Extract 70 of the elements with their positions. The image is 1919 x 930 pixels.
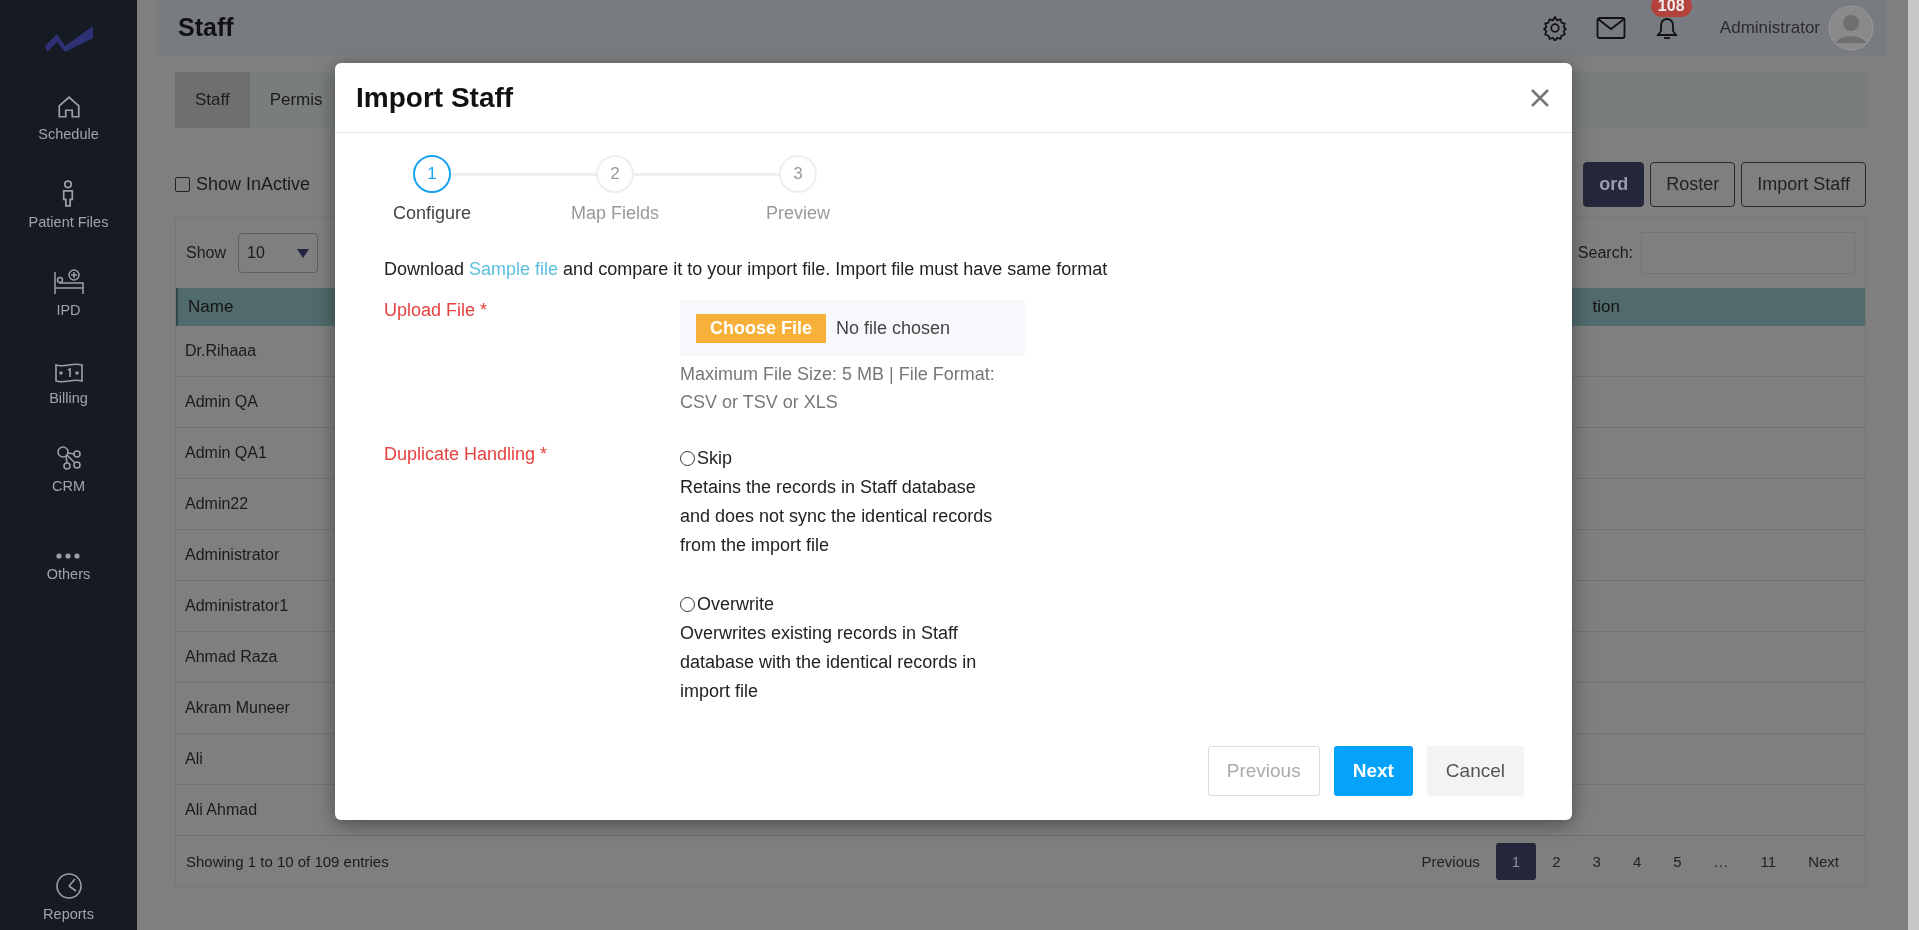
field-label: Duplicate Handling * — [384, 444, 549, 466]
scrollbar[interactable] — [1908, 0, 1919, 930]
show-label: Show — [186, 244, 227, 262]
search-label: Search: — [1577, 244, 1633, 262]
pagination-link[interactable]: Previous — [1405, 842, 1496, 880]
modal-button[interactable]: Cancel — [1426, 746, 1524, 796]
radio-label[interactable]: Skip — [697, 444, 732, 473]
table-cell: Admin QA — [185, 393, 258, 411]
checkbox-label[interactable]: Show InActive — [196, 174, 311, 195]
table-cell: Ahmad Raza — [185, 648, 278, 666]
sidebar-item[interactable]: Schedule — [38, 126, 99, 142]
sidebar-item[interactable]: Patient Files — [28, 214, 109, 230]
instruction-text: Download Sample file and compare it to your import file. Import file must have same format — [384, 259, 1109, 280]
option-description: Overwrites existing records in Staff database with the identical records in import file — [680, 622, 978, 703]
step-number: 2 — [596, 155, 634, 193]
sidebar-item[interactable]: CRM — [52, 478, 85, 494]
hospital-bed-icon[interactable] — [52, 268, 85, 296]
toolbar-button[interactable]: Roster — [1650, 162, 1736, 207]
pagination-link[interactable]: … — [1697, 842, 1745, 880]
step-label: Map Fields — [571, 203, 659, 224]
page-title: Staff — [178, 13, 235, 42]
sidebar-item[interactable]: Reports — [43, 906, 94, 922]
sample-file-link[interactable]: Sample file — [469, 259, 559, 279]
pagination-link[interactable]: 1 — [1495, 842, 1537, 880]
table-cell: Ali — [185, 750, 203, 768]
column-header[interactable]: Name — [188, 297, 234, 317]
file-status: No file chosen — [836, 317, 951, 339]
modal-button[interactable]: Next — [1333, 746, 1413, 796]
more-icon[interactable] — [55, 552, 82, 560]
table-cell: Admin22 — [185, 495, 249, 513]
field-label: Upload File * — [384, 300, 489, 322]
modal-title: Import Staff — [356, 81, 515, 114]
sidebar-item[interactable]: Billing — [49, 390, 88, 406]
page-size-select[interactable]: 10 — [238, 233, 319, 273]
step-number: 3 — [779, 155, 817, 193]
sidebar-item[interactable]: Others — [46, 566, 91, 582]
table-cell: Akram Muneer — [185, 699, 290, 717]
sidebar-item[interactable]: IPD — [56, 302, 81, 318]
close-icon[interactable] — [1530, 87, 1550, 108]
pagination-link[interactable]: 3 — [1576, 842, 1617, 880]
step-number: 1 — [413, 155, 451, 193]
mail-icon[interactable] — [1595, 15, 1626, 40]
user-name[interactable]: Administrator — [1719, 17, 1820, 38]
table-cell: Administrator1 — [185, 597, 289, 615]
table-cell: Ali Ahmad — [185, 801, 258, 819]
step-label: Configure — [392, 203, 471, 224]
column-header[interactable]: tion — [1592, 297, 1620, 317]
home-icon[interactable] — [55, 94, 82, 120]
table-cell: Admin QA1 — [185, 444, 267, 462]
entries-info: Showing 1 to 10 of 109 entries — [186, 852, 390, 870]
table-cell: Dr.Rihaaa — [185, 342, 257, 360]
pagination-link[interactable]: 11 — [1744, 842, 1793, 880]
checkbox[interactable] — [175, 177, 190, 192]
table-cell: Administrator — [185, 546, 280, 564]
pagination-link[interactable]: 2 — [1536, 842, 1577, 880]
caret-icon — [297, 248, 310, 258]
banknote-icon[interactable] — [53, 362, 84, 384]
pagination-link[interactable]: 5 — [1657, 842, 1698, 880]
hint-text: Maximum File Size: 5 MB | File Format: CSV or TSV or XLS — [680, 363, 996, 414]
pagination-link[interactable]: 4 — [1616, 842, 1658, 880]
network-icon[interactable] — [54, 444, 83, 472]
notification-badge: 108 — [1650, 0, 1692, 17]
pagination-link[interactable]: Next — [1792, 842, 1855, 880]
toolbar-button[interactable]: ord — [1583, 162, 1645, 207]
settings-icon[interactable] — [1541, 14, 1568, 41]
tab[interactable]: Staff — [175, 72, 250, 128]
radio-label[interactable]: Overwrite — [697, 590, 774, 619]
step-label: Preview — [766, 203, 830, 224]
toolbar-button[interactable]: Import Staff — [1741, 162, 1866, 207]
option-description: Retains the records in Staff database and does not sync the identical records from the import file — [680, 476, 994, 557]
